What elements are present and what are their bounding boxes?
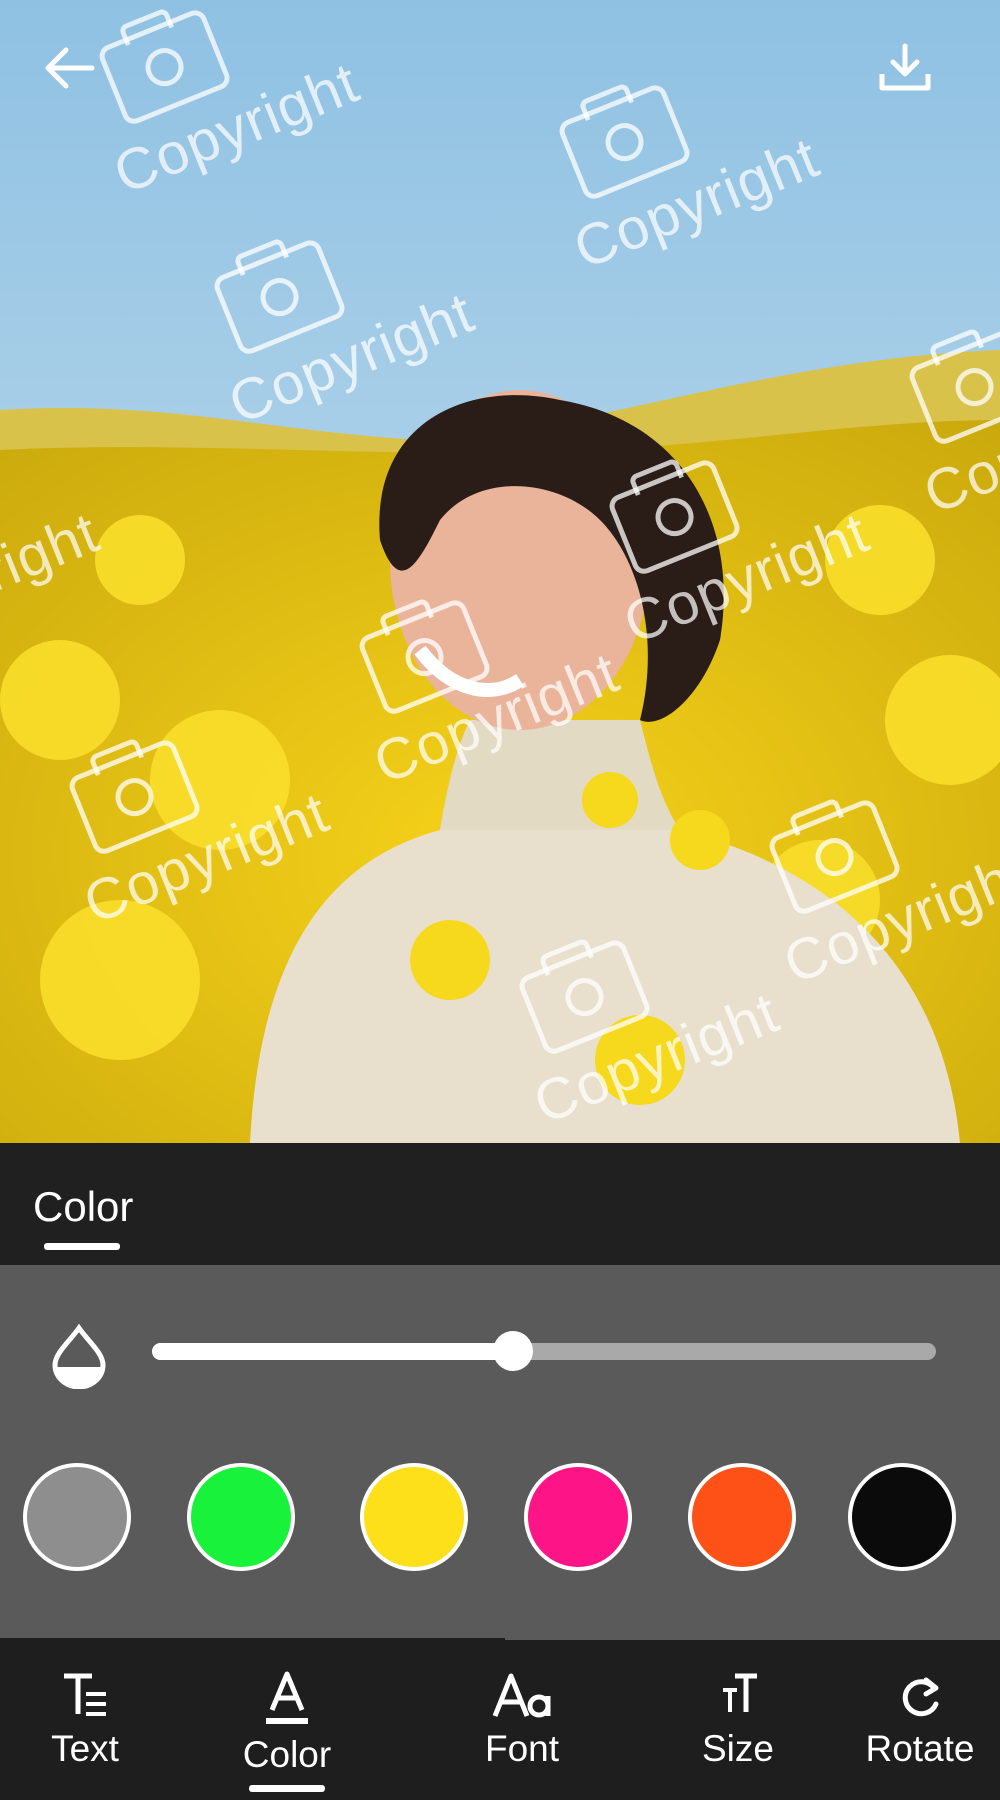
tool-rotate[interactable]: Rotate — [860, 1668, 980, 1770]
photo-canvas: Copyright Copyright Copyright Copyright … — [0, 0, 1000, 1143]
opacity-slider[interactable] — [152, 1331, 936, 1371]
tool-color[interactable]: Color — [232, 1668, 342, 1776]
swatch-gray[interactable] — [23, 1463, 131, 1571]
tool-font[interactable]: Font — [467, 1668, 577, 1770]
tab-underline — [44, 1243, 120, 1250]
swatch-orange[interactable] — [688, 1463, 796, 1571]
swatch-yellow[interactable] — [360, 1463, 468, 1571]
arrow-left-icon — [45, 47, 95, 89]
tab-color[interactable]: Color — [33, 1183, 133, 1231]
swatch-green[interactable] — [187, 1463, 295, 1571]
tool-text[interactable]: Text — [30, 1668, 140, 1770]
back-button[interactable] — [40, 38, 100, 98]
swatch-pink[interactable] — [524, 1463, 632, 1571]
panel-header: Color — [0, 1143, 1000, 1265]
opacity-slider-fill — [152, 1343, 513, 1360]
photo-image — [0, 0, 1000, 1143]
text-size-icon — [723, 1673, 757, 1712]
download-icon — [879, 43, 931, 91]
active-tool-underline — [249, 1785, 325, 1792]
download-button[interactable] — [876, 40, 934, 98]
text-format-icon — [64, 1673, 106, 1716]
text-color-icon — [266, 1671, 308, 1724]
rotate-icon — [902, 1677, 939, 1717]
font-icon — [492, 1673, 551, 1718]
color-editor — [0, 1265, 1000, 1640]
swatch-black[interactable] — [848, 1463, 956, 1571]
tool-size[interactable]: Size — [683, 1668, 793, 1770]
opacity-drop-icon — [52, 1323, 106, 1389]
bottom-toolbar: Text Color Font Size Rotate — [0, 1640, 1000, 1800]
opacity-slider-thumb[interactable] — [492, 1331, 533, 1371]
